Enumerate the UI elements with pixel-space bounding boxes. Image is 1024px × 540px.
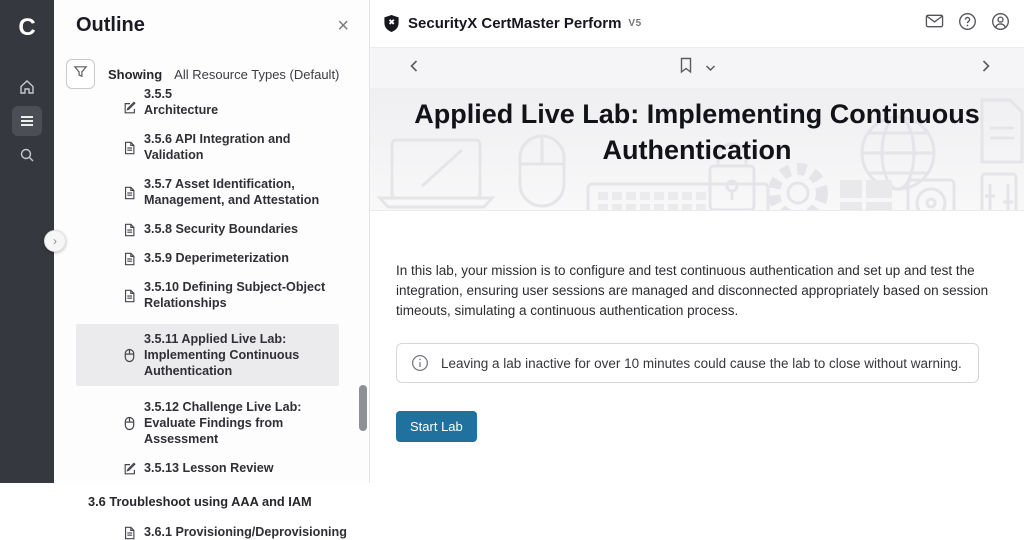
- outline-item-3-5-13[interactable]: 3.5.13 Lesson Review: [123, 460, 353, 476]
- outline-item-label: 3.5.7 Asset Identification, Management, …: [144, 176, 353, 208]
- outline-item-label: 3.5.9 Deperimeterization: [144, 250, 289, 266]
- app-version: V5: [628, 18, 641, 29]
- filter-funnel-icon: [73, 64, 88, 84]
- main-area: SecurityX CertMaster Perform V5: [370, 0, 1024, 483]
- outline-item-label: 3.5.6 API Integration and Validation: [144, 131, 353, 163]
- document-icon: [123, 524, 139, 540]
- shield-x-icon: [383, 14, 400, 33]
- outline-item-label: 3.6.1 Provisioning/Deprovisioning: [144, 524, 347, 540]
- bookmark-icon: [679, 57, 693, 79]
- help-icon: [958, 12, 977, 36]
- outline-panel-title: Outline: [76, 14, 145, 37]
- page-title: Applied Live Lab: Implementing Continuou…: [370, 88, 1024, 168]
- outline-item-label: 3.5.12 Challenge Live Lab: Evaluate Find…: [144, 399, 353, 447]
- outline-item-label: 3.5.5Architecture: [144, 97, 218, 118]
- outline-menu-icon: [19, 113, 35, 129]
- search-button[interactable]: [12, 140, 42, 170]
- outline-menu-button[interactable]: [12, 106, 42, 136]
- home-button[interactable]: [12, 72, 42, 102]
- outline-item-3-5-9[interactable]: 3.5.9 Deperimeterization: [123, 250, 353, 266]
- document-icon: [123, 279, 139, 311]
- document-icon: [123, 221, 139, 237]
- account-icon: [991, 12, 1010, 36]
- outline-item-3-5-12[interactable]: 3.5.12 Challenge Live Lab: Evaluate Find…: [123, 399, 353, 447]
- previous-page-button[interactable]: [408, 59, 420, 78]
- bookmark-menu-button[interactable]: [705, 59, 716, 77]
- mail-button[interactable]: [925, 13, 944, 34]
- next-page-button[interactable]: [980, 59, 992, 78]
- info-circle-icon: [411, 354, 429, 372]
- outline-panel: Outline × Showing All Resource Types (De…: [54, 0, 370, 483]
- outline-item-label: 3.5.8 Security Boundaries: [144, 221, 298, 237]
- outline-item-3-5-8[interactable]: 3.5.8 Security Boundaries: [123, 221, 353, 237]
- close-outline-button[interactable]: ×: [337, 16, 349, 36]
- inactivity-warning-text: Leaving a lab inactive for over 10 minut…: [441, 356, 962, 371]
- account-button[interactable]: [991, 12, 1010, 36]
- outline-item-3-5-6[interactable]: 3.5.6 API Integration and Validation: [123, 131, 353, 163]
- search-icon: [19, 147, 35, 163]
- document-icon: [123, 131, 139, 163]
- outline-section-3-6[interactable]: 3.6 Troubleshoot using AAA and IAM: [88, 494, 353, 509]
- outline-item-label: 3.5.10 Defining Subject-Object Relations…: [144, 279, 353, 311]
- collapse-panel-toggle[interactable]: ›: [44, 230, 66, 252]
- filter-button[interactable]: [66, 59, 95, 89]
- outline-item-3-5-10[interactable]: 3.5.10 Defining Subject-Object Relations…: [123, 279, 353, 311]
- home-icon: [19, 79, 35, 95]
- app-header: SecurityX CertMaster Perform V5: [370, 0, 1024, 48]
- help-button[interactable]: [958, 12, 977, 36]
- scrollbar-thumb[interactable]: [359, 385, 367, 431]
- showing-label: Showing: [108, 67, 162, 82]
- document-icon: [123, 176, 139, 208]
- title-banner: Applied Live Lab: Implementing Continuou…: [370, 88, 1024, 211]
- live-lab-mouse-icon: [123, 331, 139, 379]
- lab-description: In this lab, your mission is to configur…: [396, 261, 1008, 321]
- start-lab-button[interactable]: Start Lab: [396, 411, 477, 442]
- outline-item-label: 3.5.13 Lesson Review: [144, 460, 274, 476]
- document-icon: [123, 250, 139, 266]
- close-icon: ×: [337, 15, 349, 37]
- outline-item-3-5-7[interactable]: 3.5.7 Asset Identification, Management, …: [123, 176, 353, 208]
- outline-item-3-5-5-clipped[interactable]: 3.5.5Architecture: [123, 97, 353, 118]
- outline-list: 3.5.5Architecture 3.5.6 API Integration …: [54, 97, 369, 540]
- filter-value[interactable]: All Resource Types (Default): [174, 67, 339, 82]
- edit-activity-icon: [123, 460, 139, 476]
- chevron-right-toggle-icon: ›: [53, 234, 57, 248]
- live-lab-mouse-icon: [123, 399, 139, 447]
- chevron-left-icon: [408, 59, 420, 78]
- chevron-down-icon: [705, 59, 716, 77]
- mail-icon: [925, 13, 944, 34]
- chevron-right-icon: [980, 59, 992, 78]
- edit-activity-icon: [123, 97, 139, 118]
- inactivity-warning: Leaving a lab inactive for over 10 minut…: [396, 343, 979, 383]
- lesson-content: In this lab, your mission is to configur…: [370, 211, 1024, 442]
- outline-scrollbar[interactable]: [359, 0, 367, 483]
- lesson-toolbar: [370, 48, 1024, 88]
- outline-item-3-6-1[interactable]: 3.6.1 Provisioning/Deprovisioning: [123, 524, 353, 540]
- comptia-logo: C: [0, 6, 54, 50]
- app-title: SecurityX CertMaster Perform: [408, 15, 621, 32]
- outline-item-3-5-11-selected[interactable]: 3.5.11 Applied Live Lab: Implementing Co…: [76, 324, 339, 386]
- outline-item-label: 3.5.11 Applied Live Lab: Implementing Co…: [144, 331, 331, 379]
- bookmark-button[interactable]: [679, 57, 693, 79]
